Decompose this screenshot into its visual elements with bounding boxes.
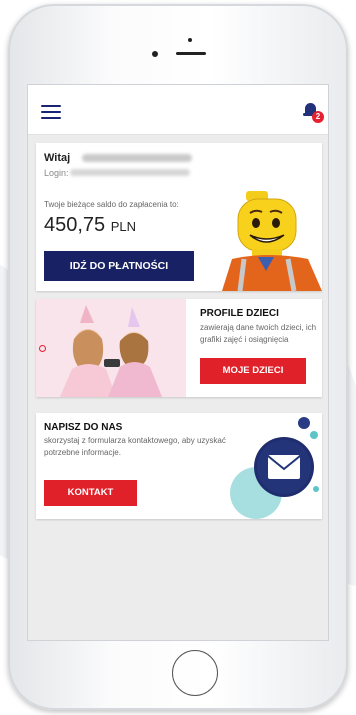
- home-button[interactable]: [172, 650, 218, 696]
- my-children-button[interactable]: MOJE DZIECI: [200, 358, 306, 384]
- hamburger-menu-icon[interactable]: [41, 105, 61, 119]
- profiles-title: PROFILE DZIECI: [200, 308, 279, 319]
- login-email-redacted: [70, 169, 190, 176]
- app-screen: 2 Witaj Login: Twoje bieżące saldo do za…: [27, 84, 329, 641]
- pay-button[interactable]: IDŹ DO PŁATNOŚCI: [44, 251, 194, 281]
- account-card: Witaj Login: Twoje bieżące saldo do zapł…: [36, 143, 322, 291]
- earpiece-speaker: [176, 52, 206, 55]
- notifications-button[interactable]: 2: [303, 101, 324, 123]
- contact-title: NAPISZ DO NAS: [44, 422, 123, 433]
- profiles-card: PROFILE DZIECI zawierają dane twoich dzi…: [36, 299, 322, 397]
- login-label: Login:: [44, 168, 69, 178]
- balance-amount: 450,75 PLN: [44, 214, 137, 236]
- profiles-description: zawierają dane twoich dzieci, ich grafik…: [200, 323, 317, 344]
- front-camera: [152, 51, 158, 57]
- target-icon: [39, 345, 46, 352]
- greeting: Witaj: [44, 152, 71, 164]
- front-sensor: [188, 38, 192, 42]
- contact-button[interactable]: KONTAKT: [44, 480, 137, 506]
- top-bar: 2: [28, 85, 328, 135]
- mail-icon: [230, 417, 319, 519]
- notification-badge: 2: [312, 111, 324, 123]
- kids-photo: [36, 299, 186, 397]
- lego-character-illustration: [222, 191, 322, 291]
- contact-card: NAPISZ DO NAS skorzystaj z formularza ko…: [36, 413, 322, 519]
- contact-description: skorzystaj z formularza kontaktowego, ab…: [44, 436, 226, 457]
- balance-label: Twoje bieżące saldo do zapłacenia to:: [44, 200, 179, 209]
- user-name-redacted: [82, 154, 192, 162]
